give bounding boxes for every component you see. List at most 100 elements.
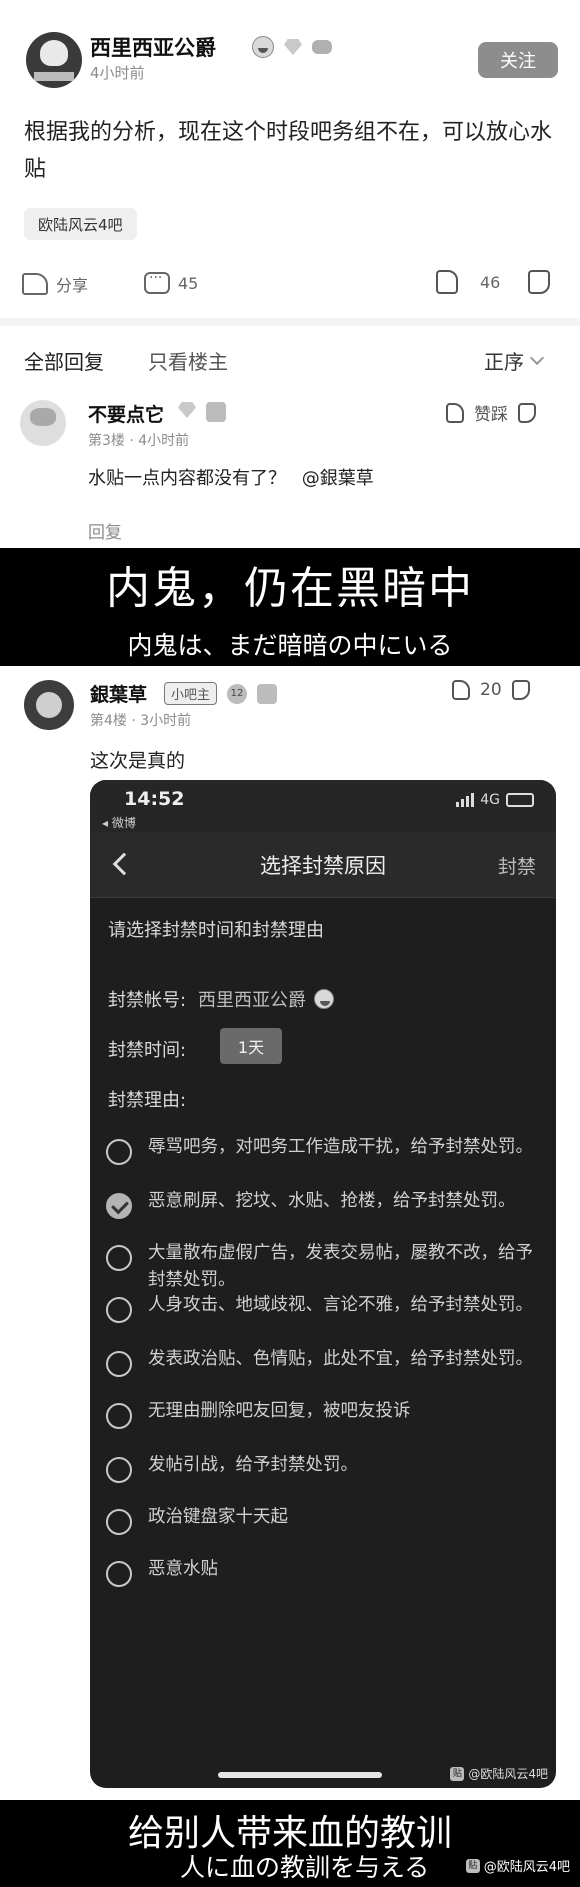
phone-signal: 4G bbox=[456, 792, 534, 808]
ban-reason-text: 辱骂吧务，对吧务工作造成干扰，给予封禁处罚。 bbox=[148, 1137, 533, 1157]
post-author-avatar[interactable] bbox=[26, 32, 82, 88]
subtitle-japanese: 人に血の教訓を与える bbox=[180, 1853, 430, 1882]
network-type: 4G bbox=[480, 792, 500, 808]
like-count: 46 bbox=[480, 272, 501, 292]
comment-count: 45 bbox=[178, 273, 199, 293]
comment-text: 这次是真的 bbox=[90, 750, 186, 772]
radio-icon[interactable] bbox=[106, 1403, 132, 1429]
tab-op-only[interactable]: 只看楼主 bbox=[148, 346, 228, 375]
ban-duration-select[interactable]: 1天 bbox=[220, 1028, 282, 1064]
post-author-name[interactable]: 西里西亚公爵 bbox=[90, 32, 216, 62]
author-badges bbox=[252, 36, 332, 58]
ban-reason-text: 恶意刷屏、挖坟、水贴、抢楼，给予封禁处罚。 bbox=[148, 1191, 516, 1211]
thumbs-down-icon bbox=[518, 402, 536, 423]
ban-reason-option[interactable]: 恶意水贴 bbox=[106, 1556, 546, 1587]
post-timestamp: 4小时前 bbox=[90, 64, 145, 82]
ban-reason-option[interactable]: 无理由删除吧友回复，被吧友投诉 bbox=[106, 1398, 546, 1429]
comment-author-badges bbox=[178, 402, 226, 422]
ban-reason-label: 封禁理由: bbox=[108, 1090, 187, 1111]
radio-icon[interactable] bbox=[106, 1457, 132, 1483]
diamond-icon bbox=[284, 39, 302, 55]
ban-reason-option[interactable]: 发表政治贴、色情贴，此处不宜，给予封禁处罚。 bbox=[106, 1346, 546, 1377]
phone-time: 14:52 bbox=[124, 788, 185, 810]
comment-mention[interactable]: @銀葉草 bbox=[302, 468, 374, 489]
ban-reason-option[interactable]: 人身攻击、地域歧视、言论不雅，给予封禁处罚。 bbox=[106, 1292, 546, 1323]
radio-icon[interactable] bbox=[106, 1245, 132, 1271]
comment-like-count: 20 bbox=[480, 680, 502, 700]
radio-icon[interactable] bbox=[106, 1351, 132, 1377]
ban-reason-option[interactable]: 大量散布虚假广告，发表交易帖，屡教不改，给予封禁处罚。 bbox=[106, 1240, 546, 1294]
watermark: 贴 @欧陆风云4吧 bbox=[450, 1765, 548, 1782]
comment-icon bbox=[144, 270, 170, 294]
ban-duration-label: 封禁时间: bbox=[108, 1040, 187, 1061]
watermark-text: @欧陆风云4吧 bbox=[468, 1767, 548, 1781]
section-divider bbox=[0, 318, 580, 326]
comment-like-button[interactable]: 赞踩 bbox=[446, 400, 536, 425]
signal-icon bbox=[456, 793, 475, 807]
follow-button[interactable]: 关注 bbox=[478, 42, 558, 78]
subtitle-chinese: 内鬼，仍在黑暗中 bbox=[106, 563, 474, 614]
ban-reason-option[interactable]: 政治键盘家十天起 bbox=[106, 1504, 546, 1535]
share-icon bbox=[22, 273, 48, 295]
radio-icon[interactable] bbox=[106, 1297, 132, 1323]
chevron-down-icon bbox=[529, 350, 545, 366]
ban-submit-button[interactable]: 封禁 bbox=[498, 852, 536, 879]
phone-back-app[interactable]: ◂ 微博 bbox=[102, 814, 136, 831]
phone-nav-title: 选择封禁原因 bbox=[260, 854, 386, 878]
level-badge: 12 bbox=[227, 683, 248, 704]
thumbs-up-icon bbox=[436, 270, 458, 294]
title-icon bbox=[257, 683, 278, 704]
comment-author-name[interactable]: 銀葉草 bbox=[90, 680, 147, 707]
comment-avatar[interactable] bbox=[24, 680, 74, 730]
radio-checked-icon[interactable] bbox=[106, 1193, 132, 1219]
level-icon bbox=[206, 402, 226, 422]
ban-reason-text: 大量散布虚假广告，发表交易帖，屡教不改，给予封禁处罚。 bbox=[148, 1243, 533, 1290]
battery-icon bbox=[506, 793, 534, 807]
thumbs-up-icon bbox=[452, 680, 470, 700]
radio-icon[interactable] bbox=[106, 1509, 132, 1535]
ban-reason-text: 无理由删除吧友回复，被吧友投诉 bbox=[148, 1401, 411, 1421]
diamond-icon bbox=[178, 402, 196, 418]
ban-reason-option[interactable]: 发帖引战，给予封禁处罚。 bbox=[106, 1452, 546, 1483]
ban-account-value: 西里西亚公爵 bbox=[198, 986, 334, 1012]
thumbs-down-icon bbox=[528, 270, 550, 294]
ban-prompt: 请选择封禁时间和封禁理由 bbox=[108, 920, 324, 941]
thumbs-up-icon bbox=[446, 402, 464, 423]
ban-reason-option[interactable]: 恶意刷屏、挖坟、水贴、抢楼，给予封禁处罚。 bbox=[106, 1188, 546, 1219]
embedded-screenshot: 14:52 ◂ 微博 4G 选择封禁原因 封禁 请选择封禁时间和封禁理由 封禁帐… bbox=[90, 780, 556, 1788]
ban-reason-text: 发表政治贴、色情贴，此处不宜，给予封禁处罚。 bbox=[148, 1349, 533, 1369]
tieba-logo-icon: 贴 bbox=[450, 1766, 465, 1781]
comment-like-button[interactable]: 20 bbox=[452, 680, 530, 700]
tab-all-replies[interactable]: 全部回复 bbox=[24, 346, 104, 375]
comment-author-badges: 小吧主 12 bbox=[164, 682, 278, 705]
comment-text: 水贴一点内容都没有了？ @銀葉草 bbox=[88, 464, 374, 490]
grin-emoji-icon bbox=[314, 989, 334, 1009]
home-indicator bbox=[218, 1772, 382, 1778]
post-body: 根据我的分析，现在这个时段吧务组不在，可以放心水贴 bbox=[24, 120, 553, 182]
ban-reason-text: 政治键盘家十天起 bbox=[148, 1507, 288, 1527]
sort-order-select[interactable]: 正序 bbox=[484, 346, 545, 375]
subtitle-japanese: 内鬼は、まだ暗暗の中にいる bbox=[127, 631, 453, 660]
moderator-badge: 小吧主 bbox=[164, 682, 218, 705]
watermark: 贴 @欧陆风云4吧 bbox=[465, 1856, 570, 1875]
reply-button[interactable]: 回复 bbox=[88, 518, 122, 543]
share-label: 分享 bbox=[56, 276, 89, 295]
dislike-button[interactable] bbox=[528, 270, 550, 294]
thumbs-down-icon bbox=[511, 680, 530, 700]
like-button[interactable]: 46 bbox=[436, 270, 500, 294]
sort-order-label: 正序 bbox=[484, 350, 524, 374]
subtitle-band: 内鬼，仍在黑暗中 内鬼は、まだ暗暗の中にいる bbox=[0, 548, 580, 666]
phone-navbar: 选择封禁原因 封禁 bbox=[90, 832, 556, 898]
grin-emoji-icon bbox=[252, 36, 274, 58]
radio-icon[interactable] bbox=[106, 1139, 132, 1165]
comment-author-name[interactable]: 不要点它 bbox=[88, 400, 164, 427]
ban-reason-option[interactable]: 辱骂吧务，对吧务工作造成干扰，给予封禁处罚。 bbox=[106, 1134, 546, 1165]
radio-icon[interactable] bbox=[106, 1561, 132, 1587]
comment-like-label: 赞踩 bbox=[474, 405, 508, 425]
comment-avatar[interactable] bbox=[20, 400, 66, 446]
share-button[interactable]: 分享 bbox=[22, 272, 88, 296]
comment-button[interactable]: 45 bbox=[144, 270, 199, 294]
ban-reason-text: 人身攻击、地域歧视、言论不雅，给予封禁处罚。 bbox=[148, 1295, 533, 1315]
forum-tag[interactable]: 欧陆风云4吧 bbox=[24, 208, 137, 240]
comment-meta: 第4楼 · 3小时前 bbox=[90, 713, 192, 729]
